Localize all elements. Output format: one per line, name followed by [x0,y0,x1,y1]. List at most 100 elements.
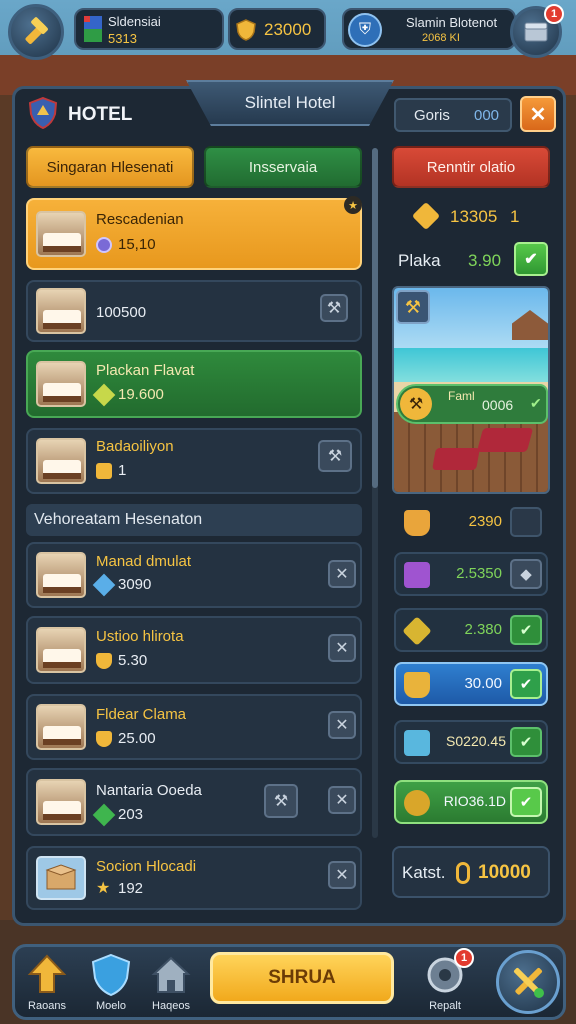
item-toggle[interactable]: ✔ [510,787,542,817]
remove-button[interactable]: ✕ [328,711,356,739]
reservation-row[interactable]: Nantaria Ooeda 203 ⚒ ✕ [26,768,362,836]
reservation-row[interactable]: Ustioo hlirota 5.30 ✕ [26,616,362,684]
player-sub: 5313 [108,31,137,46]
item-toggle[interactable] [510,507,542,537]
house-icon [151,956,191,993]
edit-button[interactable]: ⚒ [264,784,298,818]
plaka-confirm-button[interactable]: ✔ [514,242,548,276]
gold-key-icon [402,616,432,646]
close-button[interactable]: ✕ [520,96,556,132]
nav-battle-button[interactable] [496,950,560,1014]
check-icon: ✔ [530,395,542,411]
room-thumbnail [36,627,86,673]
total-box: Katst. 10000 [392,846,550,898]
sort-control[interactable]: Goris 000 [394,98,512,132]
room-row[interactable]: 100500 ⚒ [26,280,362,342]
gold-amount: 23000 [264,20,312,39]
section-title: Vehoreatam Hesenaton [34,511,203,528]
item-row[interactable]: RIO36.1D ✔ [394,780,548,824]
hotel-heading: HOTEL [68,104,133,125]
close-icon: ✕ [335,792,349,809]
main-action-button[interactable]: SHRUA [210,952,394,1004]
item-row[interactable]: 30.00 ✔ [394,662,548,706]
remove-button[interactable]: ✕ [328,560,356,588]
item-row[interactable]: 2.5350 ◆ [394,552,548,596]
build-button[interactable]: ⚒ [396,290,430,324]
gold-bucket-icon [404,672,430,698]
tab-reserve[interactable]: Insservaia [204,146,362,188]
lounger [476,428,534,452]
room-row[interactable]: Plackan Flavat 19.600 [26,350,362,418]
room-row[interactable]: Badaoiliyon 1 ⚒ [26,428,362,494]
item-value: 2.5350 [456,565,502,582]
item-toggle[interactable]: ✔ [510,727,542,757]
tab-reservation-label: Singaran Hlesenati [46,158,174,176]
item-toggle[interactable]: ◆ [510,559,542,589]
coin-icon [411,201,441,231]
item-row[interactable]: S0220.45 ✔ [394,720,548,764]
tab-reservation[interactable]: Singaran Hlesenati [26,146,194,188]
star-icon: ★ [96,879,111,897]
nav-buildings[interactable]: Raoans [20,952,74,1014]
close-icon: ✕ [335,717,349,734]
edit-button[interactable]: ⚒ [320,294,348,322]
nav-buildings-label: Raoans [28,1000,66,1012]
player-info-pill[interactable]: Sldensiai 5313 [74,8,224,50]
inbox-badge: 1 [544,4,564,24]
remove-button[interactable]: ✕ [328,861,356,889]
reservation-value: ★ 192 [96,879,144,897]
hammer-icon: ⚒ [404,296,422,317]
edit-button[interactable]: ⚒ [318,440,352,472]
item-toggle[interactable]: ✔ [510,615,542,645]
player-name: Sldensiai [108,14,161,29]
tab-right[interactable]: Renntir olatio [392,146,550,188]
panel-title: Slintel Hotel [186,80,394,126]
bucket-icon [404,510,430,536]
beach-preview-card[interactable]: ⚒ ⚒ Faml 0006 ✔ [392,286,550,494]
room-thumbnail [36,704,86,750]
flag-icon [84,16,102,42]
gold-shield-icon [96,652,112,669]
reservation-name: Nantaria Ooeda [96,782,202,799]
box-icon [45,864,77,890]
total-label: Katst. [402,863,446,882]
item-row[interactable]: 2.380 ✔ [394,608,548,652]
room-thumbnail [36,288,86,334]
reservation-row[interactable]: Fldear Clama 25.00 ✕ [26,694,362,760]
close-icon: ✕ [529,103,547,126]
reservation-value: 203 [92,803,143,826]
lounger [432,448,480,470]
purple-crate-icon [404,562,430,588]
menu-button[interactable] [8,4,64,60]
total-coin-icon [456,862,470,884]
gold-pill[interactable]: 23000 [228,8,326,50]
hammer-icon [25,17,48,44]
item-toggle[interactable]: ✔ [510,669,542,699]
rank-title: Slamin Blotenot [406,15,498,30]
hammer-icon: ⚒ [273,793,289,810]
remove-button[interactable]: ✕ [328,786,356,814]
rank-sub: 2068 ΚΙ [422,32,460,44]
main-action-label: SHRUA [268,967,336,988]
nav-home[interactable]: Haqeos [144,952,198,1014]
hammer-icon: ⚒ [327,448,343,465]
item-row[interactable]: 2390 [394,500,548,544]
room-row[interactable]: Rescadenian 15,10 ★ [26,196,362,270]
key-icon [92,383,116,406]
room-thumbnail [36,779,86,825]
reservation-row[interactable]: Manad dmulat 3090 ✕ [26,542,362,608]
card-info-bar[interactable]: ⚒ Faml 0006 ✔ [396,384,548,424]
item-value: RIO36.1D [443,793,506,809]
reservation-name: Socion Hlocadi [96,858,197,875]
nav-defense-label: Moelo [96,1000,126,1012]
rank-pill[interactable]: ⛨ Slamin Blotenot 2068 ΚΙ [342,8,516,50]
reservation-name: Ustioo hlirota [96,628,184,645]
list-scrollbar-thumb[interactable] [372,148,378,488]
card-hammer-icon: ⚒ [400,388,432,420]
coins-suffix: 1 [510,207,520,226]
room-value: 1 [96,462,126,479]
nav-defense[interactable]: Moelo [84,952,138,1014]
reservation-row[interactable]: Socion Hlocadi ★ 192 ✕ [26,846,362,910]
remove-button[interactable]: ✕ [328,634,356,662]
room-thumbnail [36,361,86,407]
